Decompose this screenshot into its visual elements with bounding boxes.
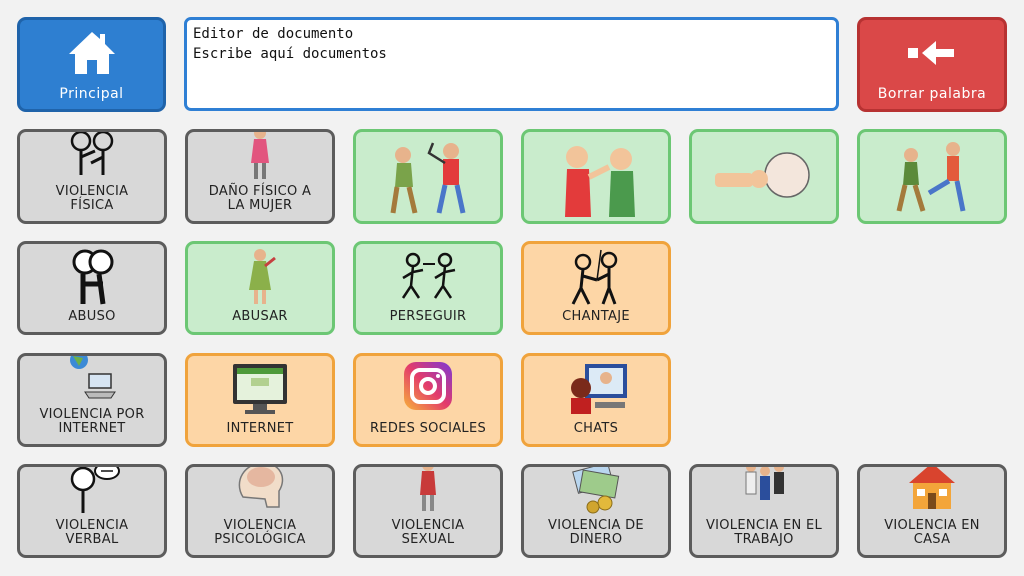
money-icon <box>524 467 668 519</box>
monitor-icon <box>188 356 332 422</box>
tile-label: CHANTAJE <box>562 309 630 324</box>
globe-computer-icon <box>20 356 164 408</box>
tile-chats[interactable]: CHATS <box>521 353 671 447</box>
tile-punching-face[interactable] <box>521 129 671 224</box>
chasing-icon <box>356 244 500 310</box>
tile-internet[interactable]: INTERNET <box>185 353 335 447</box>
woman-standing-icon <box>356 467 500 519</box>
document-editor[interactable]: Editor de documento Escribe aquí documen… <box>184 17 839 111</box>
workers-icon <box>692 467 836 519</box>
tile-violencia-trabajo[interactable]: VIOLENCIA EN EL TRABAJO <box>689 464 839 558</box>
tile-abusar[interactable]: ABUSAR <box>185 241 335 335</box>
tile-label: REDES SOCIALES <box>369 421 487 436</box>
home-button[interactable]: Principal <box>17 17 166 112</box>
tile-chantaje[interactable]: CHANTAJE <box>521 241 671 335</box>
man-punching-face-icon <box>524 132 668 221</box>
home-icon <box>67 20 117 86</box>
tile-violencia-internet[interactable]: VIOLENCIA POR INTERNET <box>17 353 167 447</box>
brain-head-icon <box>188 467 332 519</box>
tile-violencia-dinero[interactable]: VIOLENCIA DE DINERO <box>521 464 671 558</box>
verbal-violence-icon <box>20 467 164 519</box>
editor-placeholder: Escribe aquí documentos <box>193 46 387 62</box>
blackmail-icon <box>524 244 668 310</box>
tile-label: ABUSO <box>68 309 116 324</box>
man-kicking-icon <box>860 132 1004 221</box>
instagram-icon <box>356 356 500 422</box>
backspace-arrow-icon <box>906 20 958 86</box>
tile-violencia-fisica[interactable]: VIOLENCIA FÍSICA <box>17 129 167 224</box>
woman-icon <box>188 132 332 185</box>
tile-dano-fisico-mujer[interactable]: DAÑO FÍSICO A LA MUJER <box>185 129 335 224</box>
tile-label: PERSEGUIR <box>389 309 467 324</box>
tile-redes-sociales[interactable]: REDES SOCIALES <box>353 353 503 447</box>
tile-label: VIOLENCIA POR INTERNET <box>39 407 145 436</box>
house-icon <box>860 467 1004 519</box>
home-label: Principal <box>59 86 124 102</box>
tile-label: ABUSAR <box>232 309 288 324</box>
tile-violencia-sexual[interactable]: VIOLENCIA SEXUAL <box>353 464 503 558</box>
fist-punching-head-icon <box>692 132 836 221</box>
tile-abuso[interactable]: ABUSO <box>17 241 167 335</box>
tile-label: VIOLENCIA FÍSICA <box>55 184 129 213</box>
tile-violencia-casa[interactable]: VIOLENCIA EN CASA <box>857 464 1007 558</box>
editor-title: Editor de documento <box>193 26 354 42</box>
two-people-hitting-icon <box>20 132 164 185</box>
man-hitting-with-stick-icon <box>356 132 500 221</box>
tile-violencia-psicologica[interactable]: VIOLENCIA PSICOLÓGICA <box>185 464 335 558</box>
erase-label: Borrar palabra <box>877 86 987 102</box>
tile-label: VIOLENCIA SEXUAL <box>391 518 465 547</box>
tile-hitting-with-stick[interactable] <box>353 129 503 224</box>
tile-label: VIOLENCIA PSICOLÓGICA <box>214 518 306 547</box>
tile-perseguir[interactable]: PERSEGUIR <box>353 241 503 335</box>
tile-label: VIOLENCIA EN EL TRABAJO <box>705 518 823 547</box>
tile-label: VIOLENCIA VERBAL <box>55 518 129 547</box>
chat-video-icon <box>524 356 668 422</box>
tile-label: VIOLENCIA EN CASA <box>884 518 980 547</box>
tile-violencia-verbal[interactable]: VIOLENCIA VERBAL <box>17 464 167 558</box>
tile-label: INTERNET <box>226 421 294 436</box>
tile-label: CHATS <box>573 421 619 436</box>
tile-kicking[interactable] <box>857 129 1007 224</box>
tile-label: DAÑO FÍSICO A LA MUJER <box>208 184 312 213</box>
woman-abused-icon <box>188 244 332 310</box>
tile-label: VIOLENCIA DE DINERO <box>548 518 644 547</box>
tile-fist-head[interactable] <box>689 129 839 224</box>
erase-word-button[interactable]: Borrar palabra <box>857 17 1007 112</box>
abuse-icon <box>20 244 164 310</box>
